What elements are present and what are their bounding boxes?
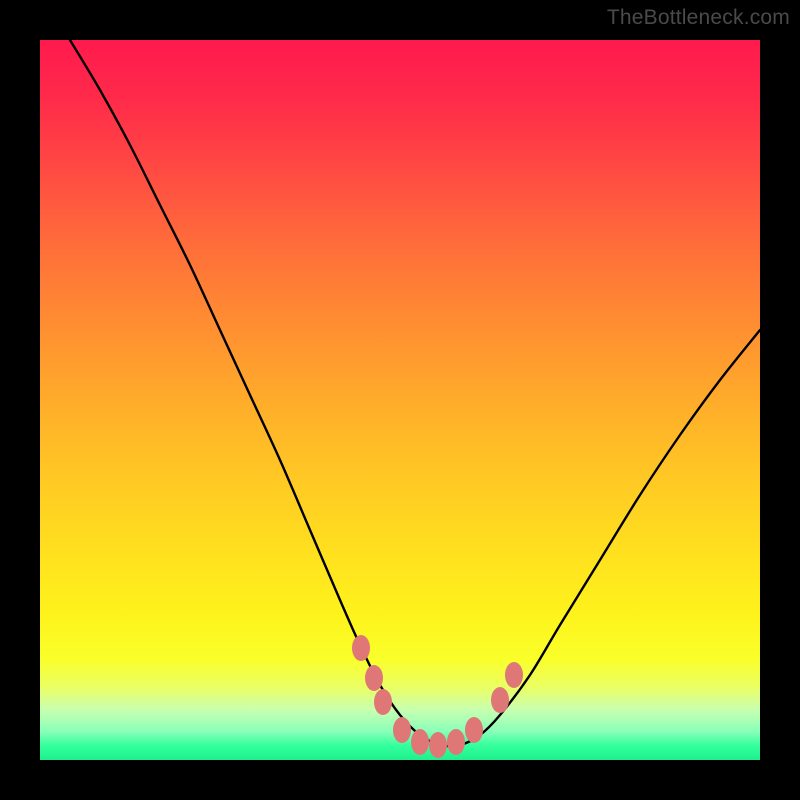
watermark-text: TheBottleneck.com bbox=[607, 6, 790, 30]
highlight-dot bbox=[465, 717, 483, 743]
curve-layer bbox=[40, 40, 760, 760]
highlight-dot bbox=[365, 665, 383, 691]
highlight-dot bbox=[374, 689, 392, 715]
highlight-dot bbox=[352, 635, 370, 661]
chart-frame: TheBottleneck.com bbox=[0, 0, 800, 800]
highlight-dot bbox=[491, 687, 509, 713]
plot-area bbox=[40, 40, 760, 760]
highlight-dot bbox=[505, 662, 523, 688]
highlight-dot bbox=[429, 732, 447, 758]
highlight-dot bbox=[447, 729, 465, 755]
highlight-dot bbox=[393, 717, 411, 743]
bottleneck-curve bbox=[70, 40, 760, 746]
highlight-dots-group bbox=[352, 635, 523, 758]
highlight-dot bbox=[411, 729, 429, 755]
